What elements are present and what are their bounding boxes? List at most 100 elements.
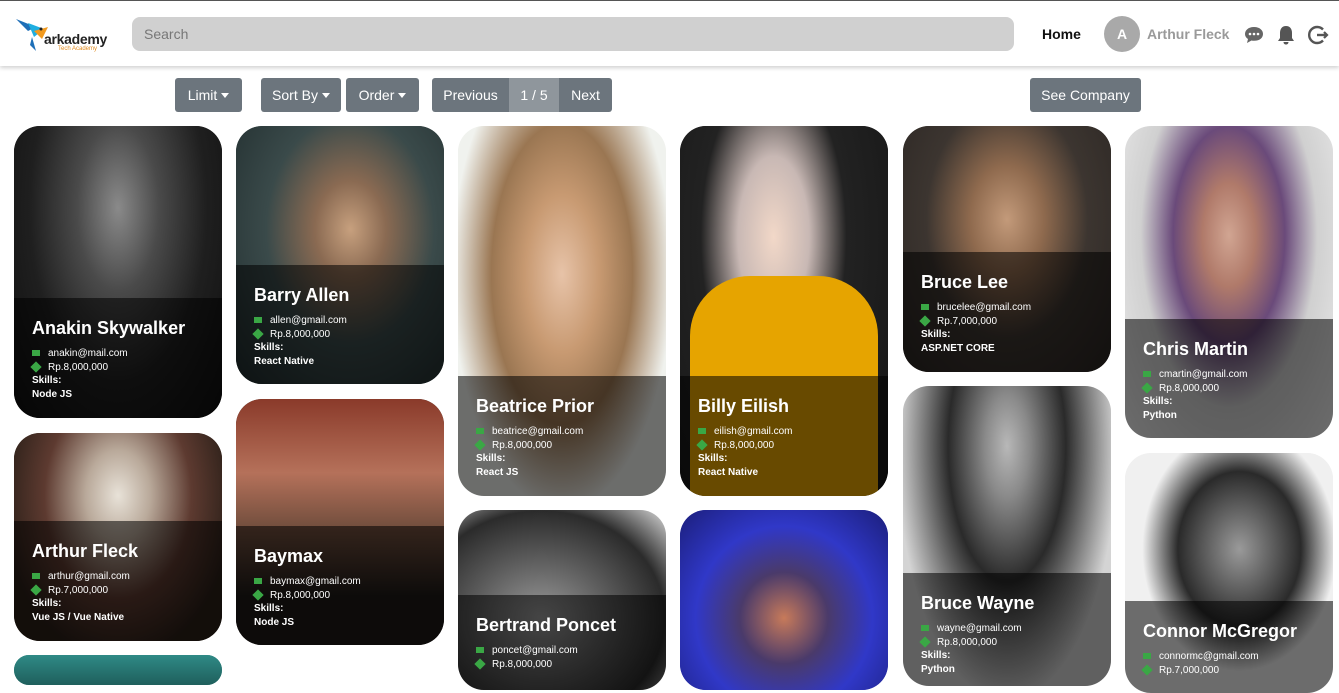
engineer-card[interactable]: Billy Eilish eilish@gmail.com Rp.8,000,0… [680,126,888,496]
engineer-skill: Vue JS / Vue Native [32,612,125,623]
logout-icon[interactable] [1307,24,1329,46]
mail-icon [1143,653,1151,659]
engineer-card[interactable]: Bruce Wayne wayne@gmail.com Rp.8,000,000… [903,386,1111,686]
engineer-card[interactable]: Beatrice Prior beatrice@gmail.com Rp.8,0… [458,126,666,496]
skills-label: Skills: [254,342,284,353]
mail-icon [921,304,929,310]
engineer-email: anakin@mail.com [48,347,128,359]
mail-icon [1143,371,1151,377]
mail-icon [254,317,262,323]
card-info: Bruce Lee brucelee@gmail.com Rp.7,000,00… [903,252,1111,372]
engineer-card[interactable]: Bruce Lee brucelee@gmail.com Rp.7,000,00… [903,126,1111,372]
engineer-email: cmartin@gmail.com [1159,368,1248,380]
limit-dropdown-button[interactable]: Limit [175,78,242,112]
skills-label: Skills: [921,650,951,661]
card-info: Baymax baymax@gmail.com Rp.8,000,000 Ski… [236,526,444,645]
card-info: Barry Allen allen@gmail.com Rp.8,000,000… [236,265,444,384]
brand-tagline: Tech Academy [58,46,98,52]
engineer-name: Arthur Fleck [32,541,139,561]
engineer-skill: React JS [476,467,519,478]
profile-photo [680,510,888,690]
card-info: Bruce Wayne wayne@gmail.com Rp.8,000,000… [903,573,1111,686]
skills-label: Skills: [921,329,951,340]
order-dropdown-button[interactable]: Order [346,78,419,112]
engineer-email: baymax@gmail.com [270,575,361,587]
skills-label: Skills: [32,598,62,609]
engineer-name: Bertrand Poncet [476,615,617,635]
engineer-card[interactable] [680,510,888,690]
mail-icon [921,625,929,631]
engineer-salary: Rp.8,000,000 [492,439,553,451]
caret-down-icon [321,92,330,98]
engineer-salary: Rp.7,000,000 [937,315,998,327]
card-info: Arthur Fleck arthur@gmail.com Rp.7,000,0… [14,521,222,641]
engineer-card[interactable] [14,655,222,685]
engineer-skill: Node JS [254,617,295,628]
engineer-name: Chris Martin [1143,339,1249,359]
engineer-name: Bruce Wayne [921,593,1035,613]
avatar[interactable]: A [1104,16,1140,52]
order-label: Order [358,87,395,103]
engineer-name: Baymax [254,546,324,566]
engineer-name: Billy Eilish [698,396,790,416]
engineer-skill: ASP.NET CORE [921,343,995,354]
mail-icon [476,428,484,434]
engineer-card[interactable]: Connor McGregor connormc@gmail.com Rp.7,… [1125,453,1333,693]
engineer-name: Anakin Skywalker [32,318,186,338]
price-tag-icon [474,439,486,451]
next-page-button[interactable]: Next [559,78,612,112]
engineer-card[interactable]: Anakin Skywalker anakin@mail.com Rp.8,00… [14,126,222,418]
engineer-card[interactable]: Arthur Fleck arthur@gmail.com Rp.7,000,0… [14,433,222,641]
price-tag-icon [1141,382,1153,394]
engineer-card[interactable]: Bertrand Poncet poncet@gmail.com Rp.8,00… [458,510,666,690]
engineer-card[interactable]: Baymax baymax@gmail.com Rp.8,000,000 Ski… [236,399,444,645]
brand-logo[interactable]: arkademy Tech Academy [14,11,107,55]
limit-label: Limit [187,87,218,103]
caret-down-icon [221,92,230,98]
skills-label: Skills: [32,375,62,386]
engineer-email: allen@gmail.com [270,314,347,326]
engineer-email: wayne@gmail.com [937,622,1022,634]
price-tag-icon [30,361,42,373]
engineer-salary: Rp.8,000,000 [937,636,998,648]
previous-page-button[interactable]: Previous [432,78,509,112]
engineer-name: Bruce Lee [921,272,1009,292]
engineer-email: connormc@gmail.com [1159,650,1259,662]
price-tag-icon [30,584,42,596]
engineer-card[interactable]: Chris Martin cmartin@gmail.com Rp.8,000,… [1125,126,1333,438]
engineer-skill: React Native [254,356,315,367]
mail-icon [698,428,706,434]
card-info: Connor McGregor connormc@gmail.com Rp.7,… [1125,601,1333,693]
sort-by-dropdown-button[interactable]: Sort By [261,78,341,112]
engineer-email: poncet@gmail.com [492,644,578,656]
card-info: Billy Eilish eilish@gmail.com Rp.8,000,0… [680,376,888,496]
caret-down-icon [398,92,407,98]
engineer-salary: Rp.8,000,000 [270,589,331,601]
engineer-email: arthur@gmail.com [48,570,130,582]
engineer-salary: Rp.8,000,000 [1159,382,1220,394]
engineer-name: Barry Allen [254,285,350,305]
search-input[interactable] [132,17,1014,51]
mail-icon [476,647,484,653]
mail-icon [32,573,40,579]
user-name[interactable]: Arthur Fleck [1147,26,1229,42]
price-tag-icon [919,636,931,648]
price-tag-icon [696,439,708,451]
engineer-card[interactable]: Barry Allen allen@gmail.com Rp.8,000,000… [236,126,444,384]
engineer-salary: Rp.8,000,000 [48,361,109,373]
card-info: Bertrand Poncet poncet@gmail.com Rp.8,00… [458,595,666,690]
chat-icon[interactable] [1243,24,1265,46]
see-company-button[interactable]: See Company [1030,78,1141,112]
mail-icon [32,350,40,356]
skills-label: Skills: [1143,396,1173,407]
skills-label: Skills: [476,453,506,464]
nav-home-link[interactable]: Home [1042,26,1081,42]
engineer-email: eilish@gmail.com [714,425,793,437]
skills-label: Skills: [254,603,284,614]
engineer-skill: Python [1143,410,1177,421]
bell-icon[interactable] [1275,24,1297,46]
card-info: Beatrice Prior beatrice@gmail.com Rp.8,0… [458,376,666,496]
price-tag-icon [252,328,264,340]
engineer-salary: Rp.8,000,000 [270,328,331,340]
engineer-email: beatrice@gmail.com [492,425,584,437]
